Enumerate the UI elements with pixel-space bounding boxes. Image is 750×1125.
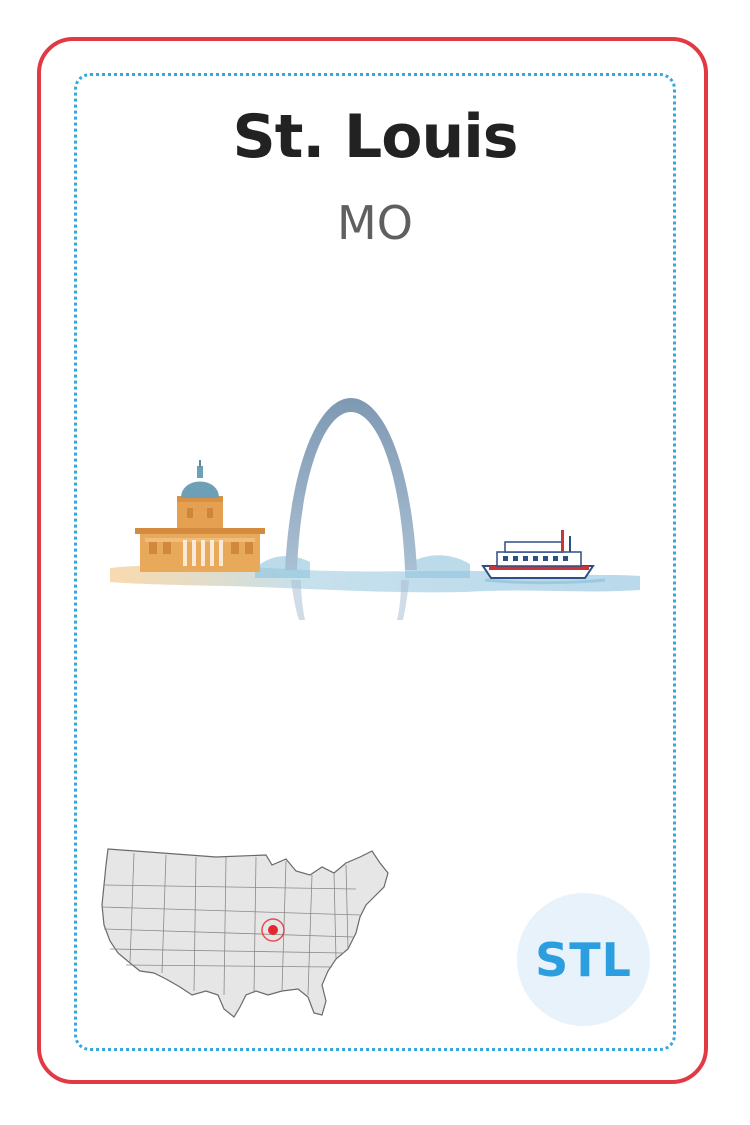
courthouse-building: [135, 460, 265, 572]
st-louis-skyline-illustration: [110, 398, 640, 620]
city-code-badge: STL: [517, 893, 650, 1026]
riverboat: [481, 530, 606, 585]
city-name: St. Louis: [232, 102, 518, 172]
city-code-text: STL: [535, 932, 632, 987]
us-map-icon: [101, 848, 389, 1018]
state-code: MO: [337, 196, 413, 250]
